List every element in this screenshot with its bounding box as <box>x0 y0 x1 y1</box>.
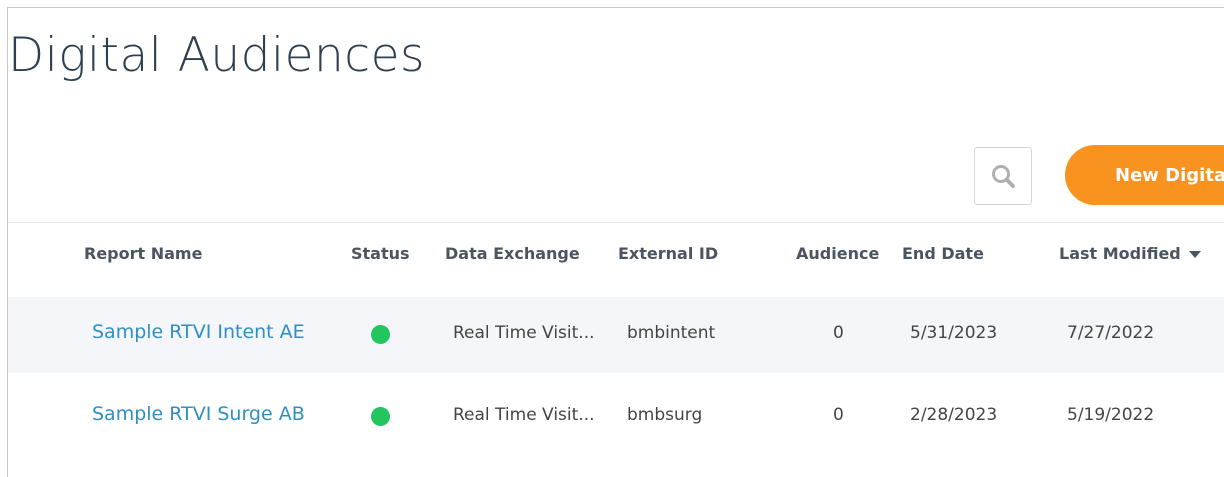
column-header-data-exchange[interactable]: Data Exchange <box>445 244 580 263</box>
report-name-link[interactable]: Sample RTVI Surge AB <box>92 403 318 425</box>
status-dot-icon <box>371 407 390 426</box>
search-icon <box>992 165 1015 188</box>
end-date-cell: 5/31/2023 <box>910 323 998 343</box>
column-header-external-id[interactable]: External ID <box>618 244 718 263</box>
last-modified-cell: 5/19/2022 <box>1067 405 1155 425</box>
table-row: Sample RTVI Surge AB Real Time Visit... … <box>8 379 1224 455</box>
column-header-report-name[interactable]: Report Name <box>84 244 202 263</box>
search-button[interactable] <box>974 147 1032 205</box>
audience-cell: 0 <box>833 405 844 425</box>
audience-cell: 0 <box>833 323 844 343</box>
digital-audiences-panel: Digital Audiences New Digita Report Name… <box>7 7 1224 477</box>
column-header-status[interactable]: Status <box>351 244 410 263</box>
end-date-cell: 2/28/2023 <box>910 405 998 425</box>
caret-down-icon <box>1188 251 1201 258</box>
table-row: Sample RTVI Intent AE Real Time Visit...… <box>8 297 1224 373</box>
column-header-audience[interactable]: Audience <box>796 244 879 263</box>
last-modified-cell: 7/27/2022 <box>1067 323 1155 343</box>
report-name-link[interactable]: Sample RTVI Intent AE <box>92 321 318 343</box>
header-divider <box>8 222 1224 223</box>
data-exchange-cell: Real Time Visit... <box>453 323 595 343</box>
column-header-end-date[interactable]: End Date <box>902 244 984 263</box>
new-button-label: New Digita <box>1115 164 1224 186</box>
column-header-last-modified-label: Last Modified <box>1059 244 1181 263</box>
external-id-cell: bmbsurg <box>627 405 703 425</box>
status-dot-icon <box>371 325 390 344</box>
page-title: Digital Audiences <box>8 28 426 83</box>
data-exchange-cell: Real Time Visit... <box>453 405 595 425</box>
external-id-cell: bmbintent <box>627 323 716 343</box>
column-header-last-modified[interactable]: Last Modified <box>1059 244 1201 263</box>
new-digital-audience-button[interactable]: New Digita <box>1065 145 1224 205</box>
